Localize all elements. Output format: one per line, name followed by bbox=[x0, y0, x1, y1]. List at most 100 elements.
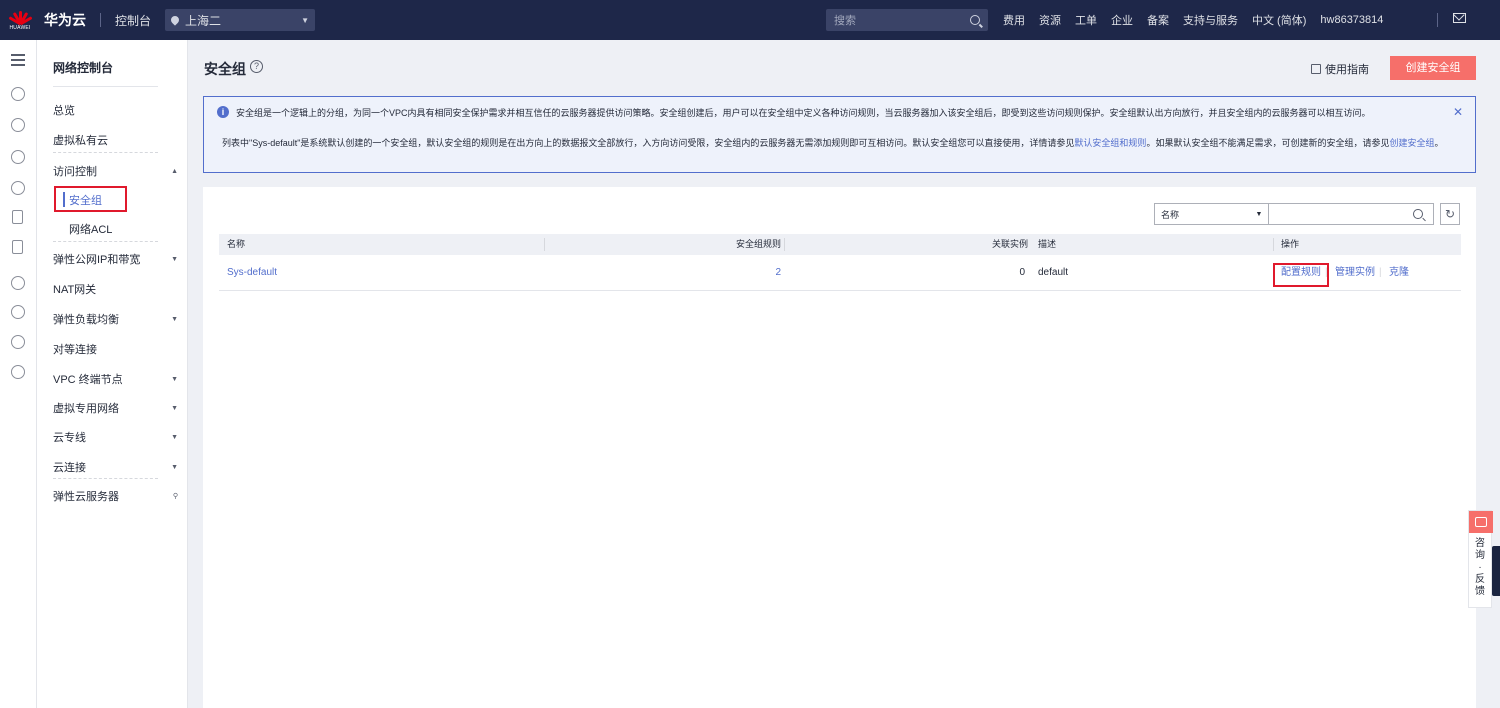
region-label: 上海二 bbox=[185, 13, 222, 28]
clone-link[interactable]: 克隆 bbox=[1389, 257, 1409, 289]
sidebar-item-label: 弹性云服务器 bbox=[53, 491, 119, 503]
create-security-group-button[interactable]: 创建安全组 bbox=[1390, 56, 1476, 80]
info-notice: i 安全组是一个逻辑上的分组，为同一个VPC内具有相同安全保护需求并相互信任的云… bbox=[203, 96, 1476, 173]
service-icon-rail bbox=[0, 40, 37, 708]
storage-icon[interactable] bbox=[11, 181, 25, 195]
notice-text: 。 bbox=[1434, 138, 1444, 148]
chevron-down-icon: ▼ bbox=[171, 255, 178, 263]
column-header-description: 描述 bbox=[1038, 239, 1057, 249]
security-group-name-link[interactable]: Sys-default bbox=[227, 257, 277, 289]
cloud-icon[interactable] bbox=[11, 87, 25, 101]
description-cell: default bbox=[1038, 267, 1069, 278]
chevron-down-icon: ▼ bbox=[171, 315, 178, 323]
column-header-actions: 操作 bbox=[1281, 239, 1300, 249]
search-icon[interactable] bbox=[970, 15, 980, 25]
sidebar-item-label: 总览 bbox=[53, 105, 75, 117]
rules-count-link[interactable]: 2 bbox=[775, 257, 781, 289]
notice-line-2: 列表中"Sys-default"是系统默认创建的一个安全组，默认安全组的规则是在… bbox=[222, 136, 1452, 150]
info-icon: i bbox=[217, 106, 229, 118]
divider bbox=[100, 13, 101, 27]
page-scrollbar[interactable] bbox=[1493, 40, 1500, 708]
brand-name[interactable]: 华为云 bbox=[44, 10, 86, 30]
chevron-down-icon: ▼ bbox=[171, 404, 178, 412]
globe-icon[interactable] bbox=[11, 335, 25, 349]
sidebar-item-vpc-endpoint[interactable]: VPC 终端节点 ▼ bbox=[53, 371, 178, 387]
search-icon[interactable] bbox=[1413, 209, 1423, 219]
chevron-down-icon: ▼ bbox=[1255, 210, 1263, 218]
top-nav-filing[interactable]: 备案 bbox=[1147, 12, 1169, 28]
mail-icon[interactable] bbox=[1453, 13, 1466, 23]
usage-guide-label: 使用指南 bbox=[1325, 64, 1369, 76]
language-selector[interactable]: 中文 (简体) bbox=[1252, 12, 1306, 28]
chevron-down-icon: ▼ bbox=[301, 15, 310, 25]
create-security-group-link[interactable]: 创建安全组 bbox=[1389, 138, 1434, 148]
sidebar-item-label: 云专线 bbox=[53, 432, 86, 444]
sidebar-item-elb[interactable]: 弹性负载均衡 ▼ bbox=[53, 311, 178, 327]
divider: | bbox=[1379, 267, 1382, 278]
menu-icon[interactable] bbox=[11, 54, 25, 66]
sidebar: 网络控制台 总览 虚拟私有云 访问控制 ▲ 安全组 网络ACL 弹性公网IP和带宽… bbox=[37, 40, 188, 708]
sidebar-item-overview[interactable]: 总览 bbox=[53, 102, 178, 118]
region-selector[interactable]: 上海二 ▼ bbox=[165, 9, 316, 31]
feedback-label: 咨询·反馈 bbox=[1475, 538, 1485, 597]
highlight-box bbox=[54, 186, 127, 212]
feedback-widget[interactable]: 咨询·反馈 bbox=[1468, 510, 1493, 608]
ip-icon[interactable] bbox=[11, 365, 25, 379]
search-input[interactable] bbox=[1269, 204, 1414, 224]
location-pin-icon bbox=[169, 14, 181, 26]
sidebar-item-label: 弹性公网IP和带宽 bbox=[53, 254, 141, 266]
divider bbox=[544, 238, 545, 251]
top-nav-support[interactable]: 支持与服务 bbox=[1183, 12, 1238, 28]
notice-text: 列表中"Sys-default"是系统默认创建的一个安全组，默认安全组的规则是在… bbox=[222, 138, 1075, 148]
sidebar-item-direct-connect[interactable]: 云专线 ▼ bbox=[53, 429, 178, 445]
sidebar-item-label: 对等连接 bbox=[53, 344, 97, 356]
server-icon[interactable] bbox=[12, 210, 23, 224]
top-nav-fees[interactable]: 费用 bbox=[1003, 12, 1025, 28]
user-account[interactable]: hw86373814 bbox=[1320, 14, 1383, 26]
top-nav: 费用 资源 工单 企业 备案 支持与服务 中文 (简体) hw86373814 bbox=[1003, 0, 1397, 40]
sidebar-item-label: 网络ACL bbox=[69, 224, 113, 236]
global-search-input[interactable]: 搜索 bbox=[826, 9, 988, 31]
filter-field-select[interactable]: 名称 ▼ bbox=[1155, 204, 1270, 224]
manage-instances-link[interactable]: 管理实例 bbox=[1335, 257, 1375, 289]
divider bbox=[784, 238, 785, 251]
network-icon[interactable] bbox=[11, 118, 25, 132]
sidebar-item-eip[interactable]: 弹性公网IP和带宽 ▼ bbox=[53, 251, 178, 267]
chevron-down-icon: ▼ bbox=[171, 375, 178, 383]
chevron-down-icon: ▼ bbox=[171, 463, 178, 471]
top-nav-resources[interactable]: 资源 bbox=[1039, 12, 1061, 28]
search-placeholder: 搜索 bbox=[834, 15, 856, 27]
refresh-button[interactable]: ↻ bbox=[1440, 203, 1460, 225]
default-security-group-link[interactable]: 默认安全组和规则 bbox=[1074, 138, 1146, 148]
side-drawer-handle[interactable] bbox=[1492, 546, 1500, 596]
column-header-rules: 安全组规则 bbox=[735, 239, 781, 249]
sidebar-item-peering[interactable]: 对等连接 bbox=[53, 341, 178, 357]
top-nav-enterprise[interactable]: 企业 bbox=[1111, 12, 1133, 28]
console-link[interactable]: 控制台 bbox=[115, 12, 151, 29]
sidebar-item-network-acl[interactable]: 网络ACL bbox=[69, 221, 159, 237]
top-nav-tickets[interactable]: 工单 bbox=[1075, 12, 1097, 28]
sidebar-item-nat[interactable]: NAT网关 bbox=[53, 281, 178, 297]
sidebar-item-access-control[interactable]: 访问控制 ▲ bbox=[53, 163, 178, 179]
huawei-logo[interactable]: HUAWEI bbox=[0, 0, 40, 40]
anchor-icon[interactable] bbox=[11, 305, 25, 319]
cloud-service-icon[interactable] bbox=[11, 276, 25, 290]
page-header: 安全组 ? 使用指南 创建安全组 bbox=[188, 40, 1500, 90]
sidebar-item-vpn[interactable]: 虚拟专用网络 ▼ bbox=[53, 400, 178, 416]
notice-line-1: 安全组是一个逻辑上的分组，为同一个VPC内具有相同安全保护需求并相互信任的云服务… bbox=[236, 108, 1371, 118]
chat-icon bbox=[1469, 511, 1493, 533]
sidebar-item-cloud-connect[interactable]: 云连接 ▼ bbox=[53, 459, 178, 475]
sidebar-item-label: 弹性负载均衡 bbox=[53, 314, 119, 326]
sidebar-item-ecs[interactable]: 弹性云服务器 ⚲ bbox=[53, 488, 178, 504]
monitor-icon[interactable] bbox=[11, 150, 25, 164]
filter-field-label: 名称 bbox=[1161, 209, 1180, 220]
sidebar-item-vpc[interactable]: 虚拟私有云 bbox=[53, 132, 178, 148]
usage-guide-link[interactable]: 使用指南 bbox=[1311, 61, 1369, 77]
chevron-up-icon: ▲ bbox=[171, 167, 178, 175]
help-icon[interactable]: ? bbox=[250, 60, 263, 73]
divider bbox=[53, 478, 158, 479]
search-filter: 名称 ▼ bbox=[1154, 203, 1434, 225]
sidebar-item-label: VPC 终端节点 bbox=[53, 374, 123, 386]
close-icon[interactable]: ✕ bbox=[1453, 105, 1463, 119]
database-icon[interactable] bbox=[12, 240, 23, 254]
